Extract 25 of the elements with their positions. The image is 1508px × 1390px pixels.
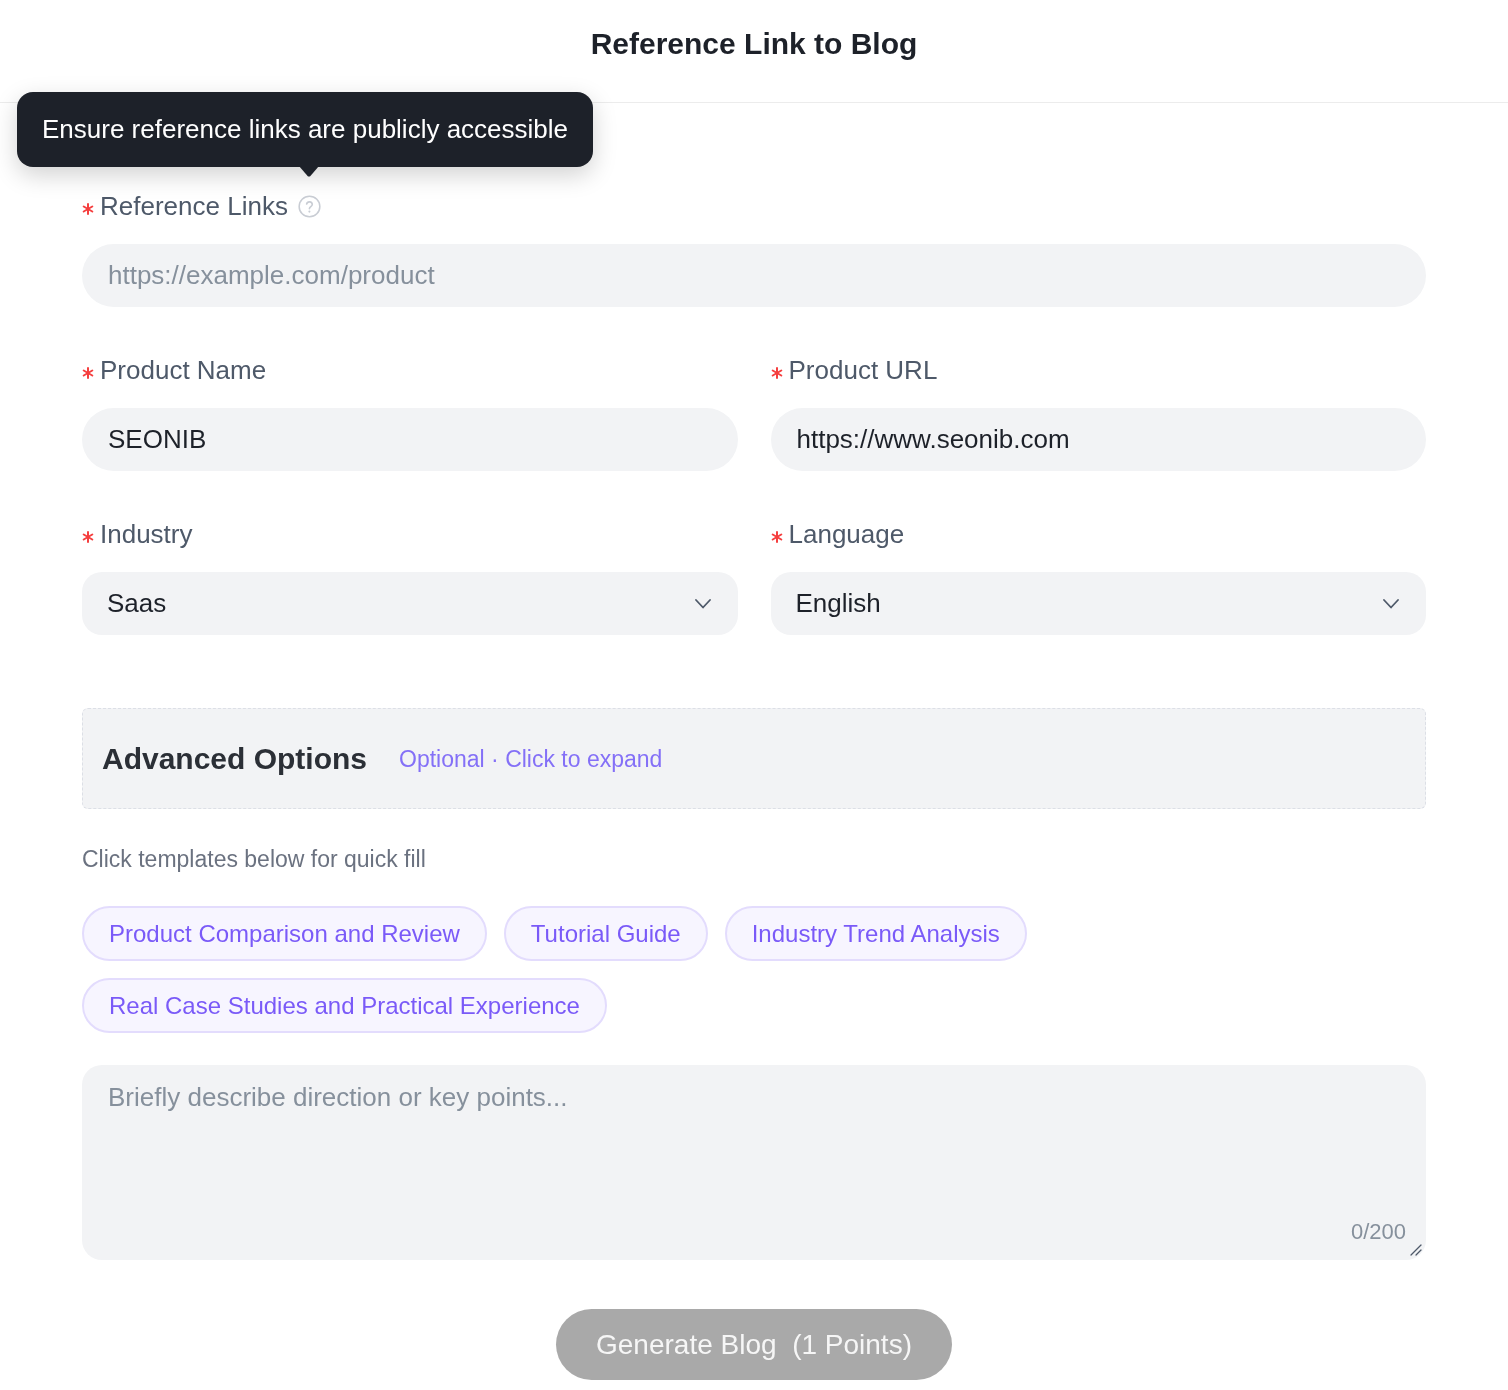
page-title: Reference Link to Blog (590, 26, 918, 62)
dropdown-select[interactable]: English (770, 572, 1426, 635)
character-counter: 0/200 (1350, 1218, 1406, 1246)
text-input-field[interactable]: SEONIB (82, 408, 738, 471)
chevron-down-icon (694, 598, 711, 609)
field-label: Language (788, 518, 905, 551)
field-label: Product Name (100, 354, 267, 387)
advanced-options-header[interactable]: Advanced Options Optional · Click to expand (82, 708, 1426, 809)
field-label: Product URL (788, 354, 938, 387)
section-title: Advanced Options (102, 740, 368, 777)
field-label: Industry (100, 518, 193, 551)
tooltip-arrow-icon (299, 165, 320, 177)
helper-text: Click templates below for quick fill (82, 845, 427, 874)
template-chip[interactable]: Real Case Studies and Practical Experience (82, 978, 607, 1033)
text-input-field[interactable]: https://example.com/product (82, 244, 1426, 307)
text-input-field[interactable]: https://www.seonib.com (770, 408, 1426, 471)
expand-hint: Optional · Click to expand (399, 744, 663, 774)
tooltip: Ensure reference links are publicly accessible (17, 92, 594, 167)
template-chip[interactable]: Tutorial Guide (503, 906, 708, 961)
field-label: Reference Links (100, 190, 288, 223)
chevron-down-icon (1383, 598, 1399, 609)
template-chip[interactable]: Product Comparison and Review (82, 906, 487, 961)
dropdown-select[interactable]: Saas (82, 572, 738, 635)
template-chip[interactable]: Industry Trend Analysis (724, 906, 1027, 961)
resize-handle-icon[interactable] (1410, 1244, 1422, 1256)
